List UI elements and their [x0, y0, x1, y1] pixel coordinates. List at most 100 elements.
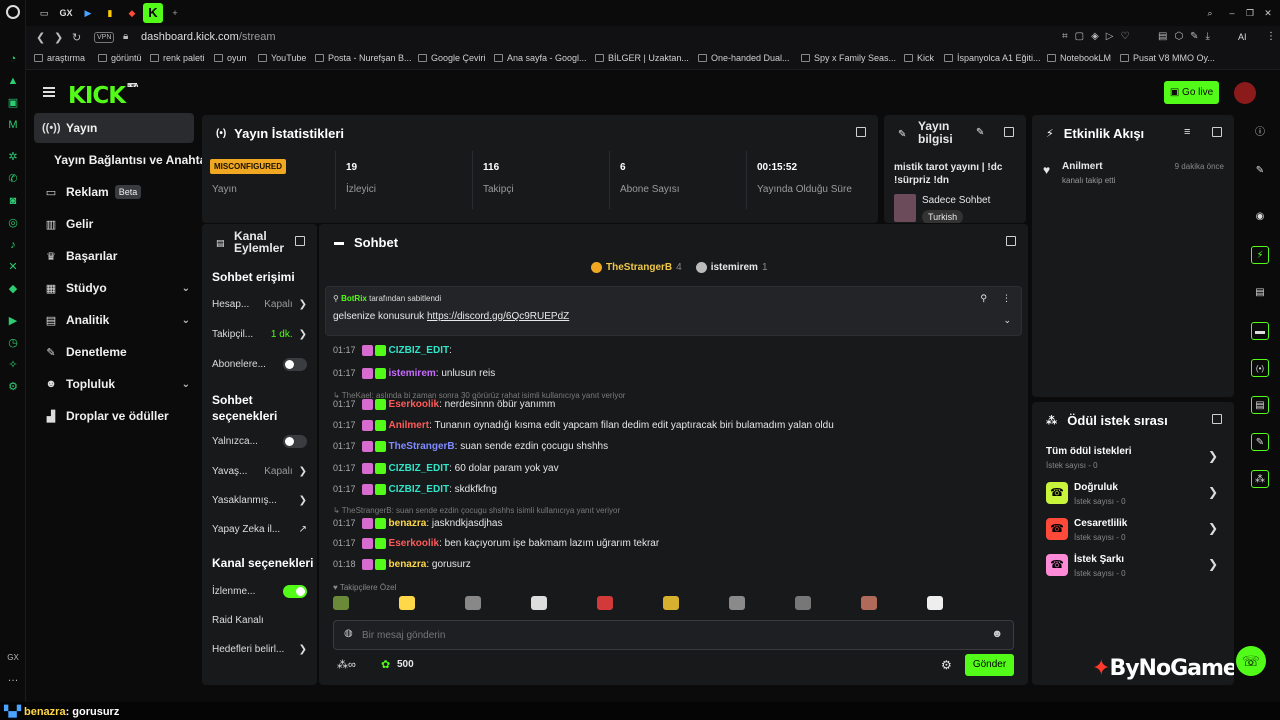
flow-icon[interactable]: ▲: [5, 73, 21, 89]
bookmark[interactable]: Ana sayfa - Googl...: [494, 53, 587, 63]
toggle-switch[interactable]: [283, 357, 307, 371]
sidebar-item-studyo[interactable]: ▦ Stüdyo ⌄: [34, 273, 194, 303]
setting-goals[interactable]: Hedefleri belirl... ❯: [212, 639, 307, 659]
ai-button[interactable]: AI: [1238, 32, 1247, 42]
avatar[interactable]: [1234, 82, 1256, 104]
bolt-icon[interactable]: ⚡︎: [1251, 246, 1269, 264]
setting-banned-words[interactable]: Yasaklanmış... ❯: [212, 490, 307, 510]
sidebar-item-stream-key[interactable]: Yayın Bağlantısı ve Anahtarı: [46, 145, 226, 175]
discord-link[interactable]: https://discord.gg/6Qc9RUEPdZ: [427, 311, 569, 322]
emote-icon[interactable]: [465, 596, 481, 610]
popout-icon[interactable]: [1212, 414, 1222, 424]
toggle-switch[interactable]: [283, 584, 307, 598]
emote-icon[interactable]: [927, 596, 943, 610]
bookmark[interactable]: YouTube: [258, 53, 306, 63]
address-actions[interactable]: ⌗▢◈▷♡: [1062, 31, 1136, 42]
menu-icon[interactable]: ⋮: [1266, 31, 1276, 42]
actions-icon[interactable]: ▤: [1251, 396, 1269, 414]
setting-followers-only[interactable]: Takipçil... 1 dk. ❯: [212, 324, 307, 344]
player-icon[interactable]: ▶: [5, 313, 21, 329]
popout-icon[interactable]: [1006, 236, 1016, 246]
setting-watch-party[interactable]: İzlenme...: [212, 581, 307, 601]
tab-icon[interactable]: ▶: [80, 5, 96, 21]
sidebar-item-droplar[interactable]: ▟ Droplar ve ödüller: [34, 401, 194, 431]
more-icon[interactable]: ⋮: [1002, 293, 1011, 304]
sidebar-item-reklam[interactable]: ▭ Reklam Beta: [34, 177, 194, 207]
emote-icon[interactable]: [663, 596, 679, 610]
extensions-icons[interactable]: ▤⬡✎⤓: [1158, 31, 1217, 42]
emote-icon[interactable]: [399, 596, 415, 610]
reward-row[interactable]: ☎ Doğruluk İstek sayısı - 0 ❯: [1046, 478, 1224, 510]
extensions-icon[interactable]: ✧: [5, 357, 21, 373]
edit-icon[interactable]: ✎: [976, 127, 984, 138]
info-icon[interactable]: ⓘ: [1251, 124, 1269, 142]
instagram-icon[interactable]: ◎: [5, 215, 21, 231]
kick-logo[interactable]: KICK BETA: [68, 83, 138, 109]
more-icon[interactable]: …: [5, 670, 21, 686]
x-icon[interactable]: ✕: [5, 259, 21, 275]
app-icon[interactable]: ◆: [5, 281, 21, 297]
toggle-switch[interactable]: [283, 434, 307, 448]
sidebar-item-topluluk[interactable]: ☻ Topluluk ⌄: [34, 369, 194, 399]
sidebar-item-yayin[interactable]: ((•)) Yayın: [34, 113, 194, 143]
bookmark[interactable]: renk paleti: [150, 53, 205, 63]
history-icon[interactable]: ◷: [5, 335, 21, 351]
bookmark[interactable]: oyun: [214, 53, 247, 63]
sidebar-item-basarilar[interactable]: ♛ Başarılar: [34, 241, 194, 271]
messenger-icon[interactable]: M: [5, 117, 21, 133]
camera-icon[interactable]: ◉: [1251, 208, 1269, 226]
tag-badge[interactable]: Turkish: [922, 210, 964, 223]
chat-username[interactable]: CIZBIZ_EDIT: [389, 484, 450, 495]
settings-icon[interactable]: ⚙: [941, 658, 952, 672]
emote-icon[interactable]: [333, 596, 349, 610]
hamburger-menu-icon[interactable]: [43, 87, 55, 97]
chat-icon[interactable]: ▬: [1251, 322, 1269, 340]
emote-icon[interactable]: [597, 596, 613, 610]
chat-username[interactable]: TheStrangerB: [389, 441, 455, 452]
url-field[interactable]: dashboard.kick.com/stream: [141, 31, 276, 43]
setting-emote-only[interactable]: Yalnızca...: [212, 431, 307, 451]
tab-gx[interactable]: GX: [58, 5, 74, 21]
emote-icon[interactable]: [795, 596, 811, 610]
bookmark[interactable]: NotebookLM: [1047, 53, 1111, 63]
popout-icon[interactable]: [856, 127, 866, 137]
chat-username[interactable]: CIZBIZ_EDIT: [389, 463, 450, 474]
tab-icon[interactable]: ▮: [102, 5, 118, 21]
edit-icon[interactable]: ✎: [1251, 162, 1269, 180]
bookmark[interactable]: Posta - Nurefşan B...: [315, 53, 412, 63]
setting-ai-moderation[interactable]: Yapay Zeka il... ↗: [212, 519, 307, 539]
tab-icon[interactable]: ◆: [124, 5, 140, 21]
close-icon[interactable]: ✕: [1260, 5, 1276, 21]
chat-username[interactable]: Eserkoolik: [389, 399, 440, 410]
bookmark[interactable]: One-handed Dual...: [698, 53, 790, 63]
bookmark[interactable]: görüntü: [98, 53, 142, 63]
tab-kick-active[interactable]: K: [143, 3, 163, 23]
chat-username[interactable]: Eserkoolik: [389, 538, 440, 549]
tiktok-icon[interactable]: ♪: [5, 237, 21, 253]
bookmark[interactable]: İspanyolca A1 Eğiti...: [944, 53, 1041, 63]
filter-icon[interactable]: ≡: [1184, 126, 1190, 138]
maximize-icon[interactable]: ❐: [1242, 5, 1258, 21]
popout-icon[interactable]: [295, 236, 305, 246]
tabs-icon[interactable]: ▣: [5, 95, 21, 111]
category-name[interactable]: Sadece Sohbet: [922, 195, 990, 206]
back-icon[interactable]: ❮: [36, 31, 45, 44]
setting-slow-mode[interactable]: Yavaş... Kapalı ❯: [212, 461, 307, 481]
bookmark[interactable]: BİLGER | Uzaktan...: [595, 53, 689, 63]
gx-icon[interactable]: GX: [5, 650, 21, 666]
chat-input[interactable]: [362, 627, 972, 643]
infinity-icon[interactable]: ⁂∞: [337, 658, 356, 671]
emote-icon[interactable]: [531, 596, 547, 610]
broadcast-icon[interactable]: (•): [1251, 359, 1269, 377]
bookmark[interactable]: Kick: [904, 53, 934, 63]
smiley-icon[interactable]: ☻: [991, 628, 1003, 640]
sidebar-item-analitik[interactable]: ▤ Analitik ⌄: [34, 305, 194, 335]
discord-icon[interactable]: ◙: [5, 193, 21, 209]
tab-icon[interactable]: ▭: [36, 5, 52, 21]
emote-icon[interactable]: [729, 596, 745, 610]
sidebar-item-gelir[interactable]: ▥ Gelir: [34, 209, 194, 239]
bookmark[interactable]: Spy x Family Seas...: [801, 53, 896, 63]
setting-subscribers-only[interactable]: Abonelere...: [212, 354, 307, 374]
reload-icon[interactable]: ↻: [72, 31, 81, 44]
activity-user[interactable]: Anilmert: [1062, 161, 1103, 172]
